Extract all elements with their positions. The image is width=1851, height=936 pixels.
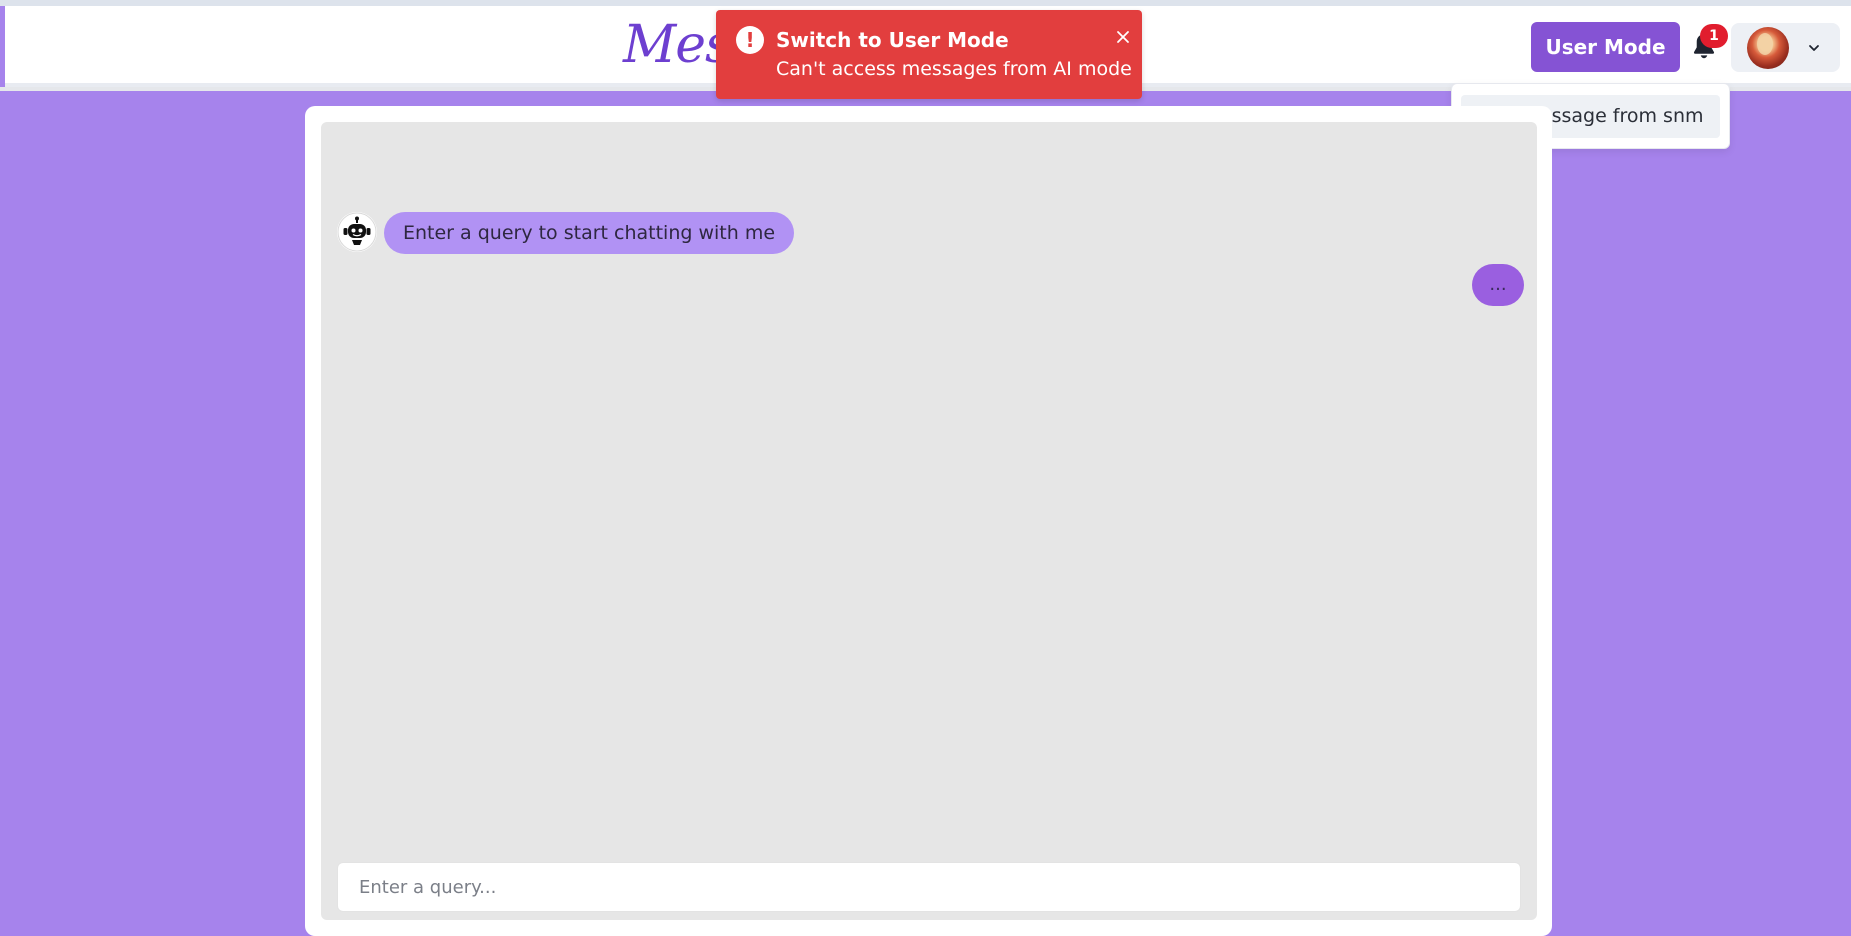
chat-messages-area[interactable]: ... Enter a query to start chatting with… <box>321 122 1537 920</box>
query-input[interactable] <box>337 862 1521 912</box>
exclamation-icon: ! <box>736 26 764 54</box>
chevron-down-icon <box>1809 45 1819 51</box>
avatar <box>1747 27 1789 69</box>
error-toast: ! Switch to User Mode Can't access messa… <box>716 10 1142 99</box>
toast-title: Switch to User Mode <box>776 28 1009 52</box>
chat-card: ... Enter a query to start chatting with… <box>305 106 1552 936</box>
notification-badge: 1 <box>1700 24 1728 48</box>
close-icon[interactable] <box>1112 26 1134 48</box>
bot-message-bubble: Enter a query to start chatting with me <box>384 212 795 254</box>
profile-menu-button[interactable] <box>1731 23 1840 72</box>
user-message-bubble: ... <box>1472 264 1524 306</box>
toast-message: Can't access messages from AI mode <box>776 58 1132 80</box>
user-mode-button[interactable]: User Mode <box>1531 22 1680 72</box>
robot-icon <box>337 212 377 252</box>
app-logo[interactable]: Mes <box>623 10 732 80</box>
